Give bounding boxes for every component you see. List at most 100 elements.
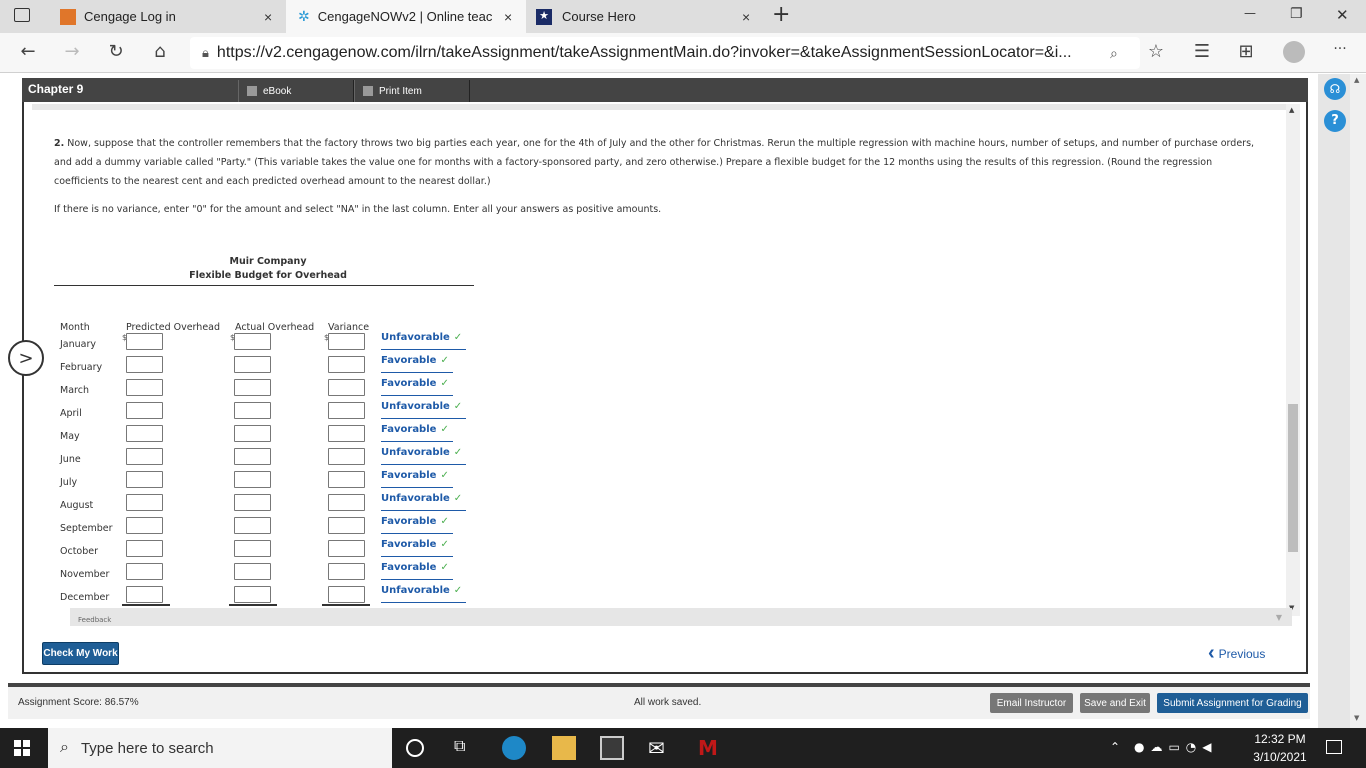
check-my-work-button[interactable]: Check My Work: [42, 642, 119, 665]
variance-input[interactable]: [328, 379, 365, 396]
tab-cengagenow[interactable]: ✲ CengageNOWv2 | Online teachir ×: [286, 0, 526, 33]
predicted-overhead-input[interactable]: [126, 563, 163, 580]
support-icon[interactable]: ☊: [1324, 78, 1346, 100]
predicted-overhead-input[interactable]: [126, 494, 163, 511]
close-tab-icon[interactable]: ×: [504, 9, 512, 25]
close-tab-icon[interactable]: ×: [742, 9, 750, 25]
collections-icon[interactable]: ⊞: [1234, 41, 1258, 62]
mail-icon[interactable]: ✉: [648, 736, 672, 760]
variance-input[interactable]: [328, 448, 365, 465]
variance-type-select[interactable]: Favorable ✓: [381, 355, 453, 373]
variance-input[interactable]: [328, 402, 365, 419]
predicted-overhead-input[interactable]: [126, 402, 163, 419]
ebook-tab[interactable]: eBook: [238, 80, 354, 102]
mcafee-icon[interactable]: M: [698, 736, 722, 760]
email-instructor-button[interactable]: Email Instructor: [990, 693, 1073, 713]
page-scrollbar[interactable]: ▲ ▼: [1350, 74, 1366, 728]
tray-icons[interactable]: ●☁▭◔◀: [1134, 740, 1218, 754]
system-clock[interactable]: 12:32 PM 3/10/2021: [1250, 730, 1310, 766]
close-window-button[interactable]: ✕: [1336, 6, 1349, 24]
address-bar[interactable]: 🔒︎ https://v2.cengagenow.com/ilrn/takeAs…: [190, 37, 1140, 69]
settings-more-icon[interactable]: ···: [1328, 41, 1352, 57]
actual-overhead-input[interactable]: [234, 379, 271, 396]
actual-overhead-input[interactable]: [234, 586, 271, 603]
scroll-down-icon[interactable]: ▼: [1354, 714, 1359, 722]
variance-input[interactable]: [328, 471, 365, 488]
edge-icon[interactable]: [502, 736, 526, 760]
zoom-icon[interactable]: ⌕: [1110, 45, 1118, 62]
actual-overhead-input[interactable]: [234, 471, 271, 488]
predicted-overhead-input[interactable]: [126, 471, 163, 488]
windows-start-icon[interactable]: [14, 740, 30, 756]
restore-button[interactable]: ❐: [1290, 6, 1303, 22]
variance-type-select[interactable]: Unfavorable✓: [381, 585, 467, 603]
new-tab-button[interactable]: +: [772, 2, 790, 27]
previous-button[interactable]: ‹ Previous: [1208, 642, 1265, 665]
variance-type-select[interactable]: Favorable ✓: [381, 470, 453, 488]
help-icon[interactable]: ?: [1324, 110, 1346, 132]
tab-cengage-login[interactable]: Cengage Log in ×: [48, 0, 284, 33]
actual-overhead-input[interactable]: [234, 356, 271, 373]
actual-overhead-input[interactable]: [234, 425, 271, 442]
actual-overhead-input[interactable]: [234, 494, 271, 511]
refresh-icon[interactable]: ↻: [104, 41, 128, 62]
predicted-overhead-input[interactable]: [126, 540, 163, 557]
content-scrollbar[interactable]: ▲ ▼: [1286, 104, 1300, 616]
tab-course-hero[interactable]: ★ Course Hero ×: [528, 0, 768, 33]
scrollbar-thumb[interactable]: [1288, 404, 1298, 552]
predicted-overhead-input[interactable]: [126, 448, 163, 465]
tray-chevron-icon[interactable]: ⌃: [1110, 740, 1120, 754]
actual-overhead-input[interactable]: [234, 402, 271, 419]
variance-type-select[interactable]: Favorable ✓: [381, 539, 453, 557]
task-view-icon[interactable]: ⧉: [454, 736, 478, 760]
actual-overhead-input[interactable]: [234, 448, 271, 465]
taskbar-search[interactable]: ⌕ Type here to search: [48, 728, 392, 768]
predicted-overhead-input[interactable]: [126, 379, 163, 396]
next-panel-chevron-icon[interactable]: >: [8, 340, 44, 376]
save-and-exit-button[interactable]: Save and Exit: [1080, 693, 1150, 713]
feedback-panel[interactable]: Feedback ▼: [70, 608, 1292, 626]
variance-type-select[interactable]: Unfavorable✓: [381, 401, 467, 419]
actual-overhead-input[interactable]: [234, 517, 271, 534]
variance-type-select[interactable]: Favorable ✓: [381, 562, 453, 580]
predicted-overhead-input[interactable]: [126, 356, 163, 373]
file-explorer-icon[interactable]: [552, 736, 576, 760]
variance-type-select[interactable]: Favorable ✓: [381, 378, 453, 396]
forward-icon[interactable]: →: [60, 41, 84, 62]
back-icon[interactable]: ←: [16, 41, 40, 62]
close-tab-icon[interactable]: ×: [264, 9, 272, 25]
variance-type-select[interactable]: Unfavorable✓: [381, 447, 467, 465]
variance-type-select[interactable]: Unfavorable✓: [381, 493, 467, 511]
predicted-overhead-input[interactable]: [126, 586, 163, 603]
variance-input[interactable]: [328, 540, 365, 557]
variance-type-select[interactable]: Favorable ✓: [381, 424, 453, 442]
store-icon[interactable]: [600, 736, 624, 760]
predicted-overhead-input[interactable]: [126, 517, 163, 534]
variance-type-select[interactable]: Unfavorable✓: [381, 332, 467, 350]
actual-overhead-input[interactable]: [234, 563, 271, 580]
actual-overhead-input[interactable]: [234, 333, 271, 350]
cortana-icon[interactable]: [406, 739, 424, 757]
scroll-up-icon[interactable]: ▲: [1289, 106, 1294, 114]
variance-input[interactable]: [328, 356, 365, 373]
predicted-overhead-input[interactable]: [126, 333, 163, 350]
submit-assignment-button[interactable]: Submit Assignment for Grading: [1157, 693, 1308, 713]
variance-input[interactable]: [328, 425, 365, 442]
minimize-button[interactable]: —: [1244, 6, 1256, 20]
add-favorite-icon[interactable]: ☆: [1144, 41, 1168, 62]
notifications-icon[interactable]: [1326, 740, 1342, 754]
scroll-up-icon[interactable]: ▲: [1354, 76, 1359, 84]
tab-actions-icon[interactable]: [14, 8, 30, 22]
variance-input[interactable]: [328, 563, 365, 580]
home-icon[interactable]: ⌂: [148, 41, 172, 62]
actual-overhead-input[interactable]: [234, 540, 271, 557]
variance-type-select[interactable]: Favorable ✓: [381, 516, 453, 534]
variance-input[interactable]: [328, 517, 365, 534]
variance-input[interactable]: [328, 333, 365, 350]
variance-input[interactable]: [328, 586, 365, 603]
profile-avatar[interactable]: [1283, 41, 1305, 63]
variance-input[interactable]: [328, 494, 365, 511]
predicted-overhead-input[interactable]: [126, 425, 163, 442]
expand-chevron-icon[interactable]: ▼: [1276, 613, 1282, 622]
favorites-icon[interactable]: ☰: [1190, 41, 1214, 62]
